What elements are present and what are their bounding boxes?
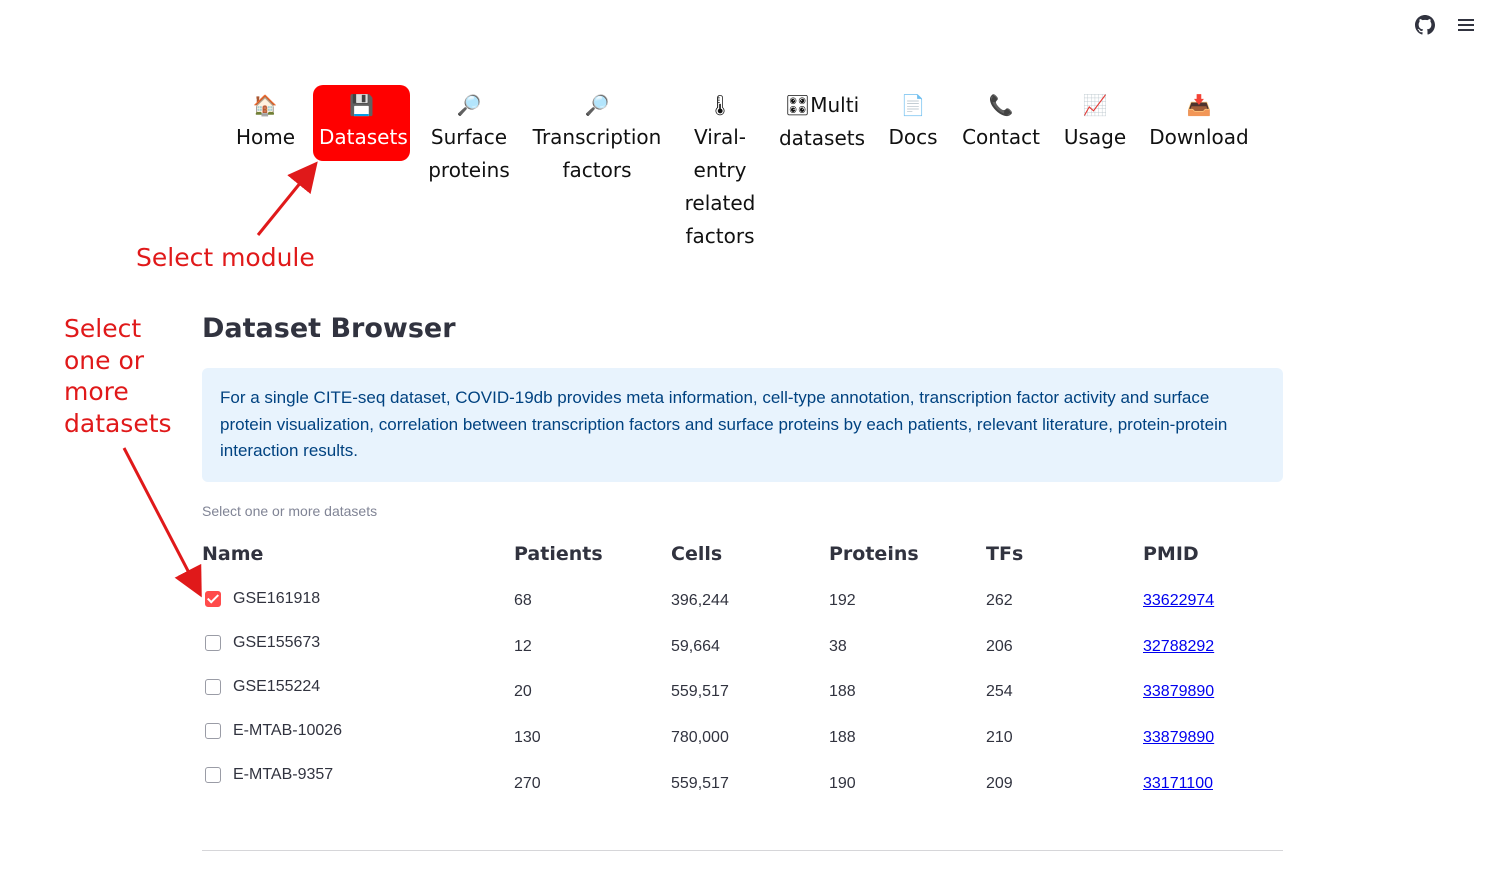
nav-item-home[interactable]: 🏠 Home	[230, 85, 300, 154]
control-knobs-icon: 🎛	[784, 93, 811, 117]
nav-item-contact[interactable]: 📞 Contact	[955, 85, 1047, 154]
dataset-checkbox[interactable]	[205, 767, 221, 783]
table-row: E-MTAB-10026 130 780,000 188 210 3387989…	[202, 722, 1284, 762]
annotation-select-module: Select module	[136, 243, 315, 272]
proteins-value: 38	[829, 638, 847, 655]
patients-value: 68	[514, 592, 532, 609]
chart-up-icon: 📈	[1082, 93, 1108, 117]
dataset-name[interactable]: E-MTAB-9357	[233, 766, 333, 784]
nav-item-viral-entry[interactable]: 🌡 Viral- entry related factors	[678, 85, 762, 253]
floppy-disk-icon: 💾	[349, 93, 374, 117]
pmid-link[interactable]: 33622974	[1143, 592, 1214, 610]
document-icon: 📄	[900, 93, 926, 117]
nav-item-surface-proteins[interactable]: 🔎 Surface proteins	[422, 85, 516, 187]
patients-value: 270	[514, 775, 541, 792]
patients-value: 20	[514, 683, 532, 700]
tfs-value: 209	[986, 775, 1013, 792]
thermometer-icon: 🌡	[707, 93, 733, 117]
proteins-value: 192	[829, 592, 856, 609]
nav-item-usage[interactable]: 📈 Usage	[1057, 85, 1133, 154]
table-row: GSE155673 12 59,664 38 206 32788292	[202, 634, 1284, 674]
tfs-value: 210	[986, 729, 1013, 746]
pmid-link[interactable]: 33171100	[1143, 775, 1213, 793]
dataset-checkbox[interactable]	[205, 635, 221, 651]
pmid-link[interactable]: 33879890	[1143, 683, 1214, 701]
nav-item-label: Docs	[888, 125, 938, 149]
cells-value: 59,664	[671, 638, 720, 655]
patients-value: 130	[514, 729, 541, 746]
tfs-value: 262	[986, 592, 1013, 609]
nav-item-datasets[interactable]: 💾 Datasets	[313, 85, 410, 161]
divider	[202, 850, 1283, 851]
cells-value: 780,000	[671, 729, 729, 746]
header-pmid: PMID	[1143, 543, 1199, 565]
pmid-link[interactable]: 33879890	[1143, 729, 1214, 747]
annotation-select-datasets: Select one or more datasets	[64, 314, 172, 438]
nav-item-label: Surface proteins	[428, 125, 510, 182]
magnifier-icon: 🔎	[584, 93, 610, 117]
dataset-checkbox[interactable]	[205, 723, 221, 739]
nav-item-download[interactable]: 📥 Download	[1143, 85, 1255, 154]
inbox-tray-icon: 📥	[1186, 93, 1212, 117]
info-box: For a single CITE-seq dataset, COVID-19d…	[202, 368, 1283, 482]
dataset-name[interactable]: E-MTAB-10026	[233, 722, 342, 740]
table-row: E-MTAB-9357 270 559,517 190 209 33171100	[202, 766, 1284, 806]
header-cells: Cells	[671, 543, 723, 565]
tfs-value: 206	[986, 638, 1013, 655]
github-icon[interactable]	[1414, 14, 1436, 36]
page-title: Dataset Browser	[202, 313, 456, 344]
nav-item-label: 🎛Multi datasets	[778, 93, 866, 150]
header-tfs: TFs	[986, 543, 1024, 565]
nav-item-label: Contact	[962, 125, 1040, 149]
header-name: Name	[202, 543, 264, 565]
arrow-to-datasets-tab	[256, 161, 318, 236]
select-datasets-label: Select one or more datasets	[202, 503, 378, 519]
arrow-to-checkbox	[122, 447, 202, 598]
tfs-value: 254	[986, 683, 1013, 700]
dataset-name[interactable]: GSE161918	[233, 590, 320, 608]
top-bar	[0, 0, 1491, 50]
cells-value: 559,517	[671, 683, 729, 700]
cells-value: 396,244	[671, 592, 729, 609]
nav-item-label: Datasets	[319, 125, 408, 149]
dataset-name[interactable]: GSE155224	[233, 678, 320, 696]
proteins-value: 188	[829, 683, 856, 700]
proteins-value: 190	[829, 775, 856, 792]
nav-item-label: Transcription factors	[532, 125, 662, 182]
dataset-checkbox[interactable]	[205, 591, 221, 607]
cells-value: 559,517	[671, 775, 729, 792]
dataset-name[interactable]: GSE155673	[233, 634, 320, 652]
nav-item-label: Home	[236, 125, 296, 149]
table-row: GSE155224 20 559,517 188 254 33879890	[202, 678, 1284, 718]
pmid-link[interactable]: 32788292	[1143, 638, 1214, 656]
magnifier-icon: 🔎	[456, 93, 482, 117]
nav-item-transcription-factors[interactable]: 🔎 Transcription factors	[526, 85, 668, 187]
nav-item-label: Usage	[1063, 125, 1127, 149]
header-proteins: Proteins	[829, 543, 919, 565]
table-header: Name Patients Cells Proteins TFs PMID	[202, 543, 1284, 571]
header-patients: Patients	[514, 543, 603, 565]
nav-item-label: Download	[1149, 125, 1249, 149]
dataset-checkbox[interactable]	[205, 679, 221, 695]
table-row: GSE161918 68 396,244 192 262 33622974	[202, 590, 1284, 630]
nav-item-multi-datasets[interactable]: 🎛Multi datasets	[772, 85, 872, 155]
telephone-icon: 📞	[988, 93, 1014, 117]
nav-item-docs[interactable]: 📄 Docs	[882, 85, 944, 154]
hamburger-menu-icon[interactable]	[1455, 14, 1477, 36]
house-icon: 🏠	[252, 93, 278, 117]
patients-value: 12	[514, 638, 532, 655]
nav-item-label: Viral- entry related factors	[684, 125, 756, 248]
proteins-value: 188	[829, 729, 856, 746]
